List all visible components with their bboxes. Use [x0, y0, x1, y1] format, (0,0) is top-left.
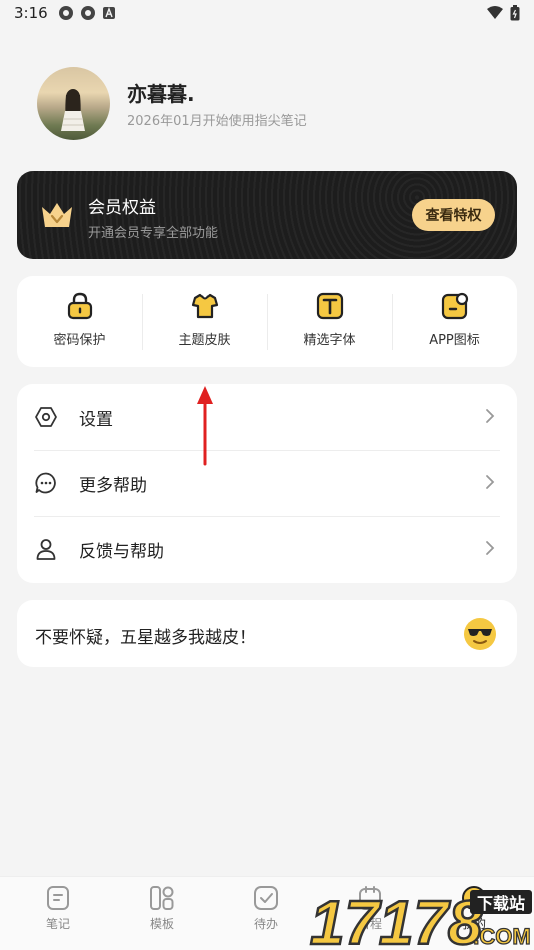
site-watermark-logo: 17178 下载站 .COM [309, 888, 532, 950]
tab-todo[interactable]: 待办 [236, 885, 296, 932]
feature-password-protection[interactable]: 密码保护 [17, 276, 142, 367]
watermark-suffix: 下载站 [477, 894, 525, 913]
avatar-photo [61, 89, 85, 131]
status-notification-icons [58, 5, 116, 21]
note-icon [47, 886, 69, 910]
menu-item-label: 更多帮助 [79, 475, 147, 496]
feature-shortcuts: 密码保护 主题皮肤 精选字体 APP图标 [17, 276, 517, 367]
status-bar: 3:16 [0, 0, 534, 28]
font-icon [316, 292, 343, 320]
tab-label: 笔记 [45, 917, 70, 931]
crown-icon [42, 203, 72, 227]
feature-app-icon[interactable]: APP图标 [392, 276, 517, 367]
feature-theme-skin[interactable]: 主题皮肤 [142, 276, 267, 367]
shirt-icon [191, 293, 218, 319]
status-system-icons [486, 5, 520, 21]
template-icon [150, 886, 174, 910]
feature-label: APP图标 [429, 333, 480, 348]
todo-icon [254, 886, 278, 910]
watermark-domain: .COM [473, 924, 530, 949]
settings-icon [35, 407, 57, 427]
rating-prompt-text: 不要怀疑，五星越多我越皮！ [35, 628, 256, 648]
usage-since-text: 2026年01月开始使用指尖笔记 [127, 114, 307, 129]
tab-notes[interactable]: 笔记 [28, 885, 88, 932]
view-privileges-button[interactable]: 查看特权 [412, 199, 495, 231]
menu-item-label: 设置 [79, 409, 113, 430]
wifi-icon [487, 6, 503, 19]
lock-icon [67, 292, 92, 320]
rating-prompt-card[interactable]: 不要怀疑，五星越多我越皮！ [17, 600, 517, 667]
menu-item-feedback[interactable]: 反馈与帮助 [17, 516, 517, 582]
tab-templates[interactable]: 模板 [132, 885, 192, 932]
username: 亦暮暮. [127, 82, 195, 106]
feature-label: 主题皮肤 [178, 333, 231, 348]
membership-title: 会员权益 [88, 198, 156, 218]
status-time: 3:16 [14, 4, 48, 22]
feature-label: 密码保护 [53, 333, 106, 348]
membership-subtitle: 开通会员专享全部功能 [88, 226, 219, 241]
feature-fonts[interactable]: 精选字体 [267, 276, 392, 367]
person-icon [36, 539, 56, 560]
app-notification-icon [81, 6, 95, 20]
chevron-right-icon [486, 541, 495, 555]
tab-label: 待办 [253, 917, 278, 931]
watermark-number: 17178 [310, 889, 483, 950]
app-notification-icon [59, 6, 73, 20]
chevron-right-icon [486, 475, 495, 489]
chat-icon [35, 472, 56, 494]
menu-item-settings[interactable]: 设置 [17, 384, 517, 450]
a-badge-icon [103, 7, 115, 19]
menu-item-label: 反馈与帮助 [79, 541, 164, 562]
chevron-right-icon [486, 409, 495, 423]
settings-menu: 设置 更多帮助 反馈与帮助 [17, 384, 517, 583]
battery-icon [510, 5, 520, 21]
membership-banner[interactable]: 会员权益 开通会员专享全部功能 查看特权 [17, 171, 517, 259]
annotation-arrow [197, 386, 213, 466]
feature-label: 精选字体 [303, 333, 356, 348]
menu-item-more-help[interactable]: 更多帮助 [17, 450, 517, 516]
cool-face-icon [464, 618, 496, 650]
tab-label: 模板 [149, 917, 174, 931]
avatar[interactable] [37, 67, 110, 140]
app-icon [441, 292, 468, 320]
